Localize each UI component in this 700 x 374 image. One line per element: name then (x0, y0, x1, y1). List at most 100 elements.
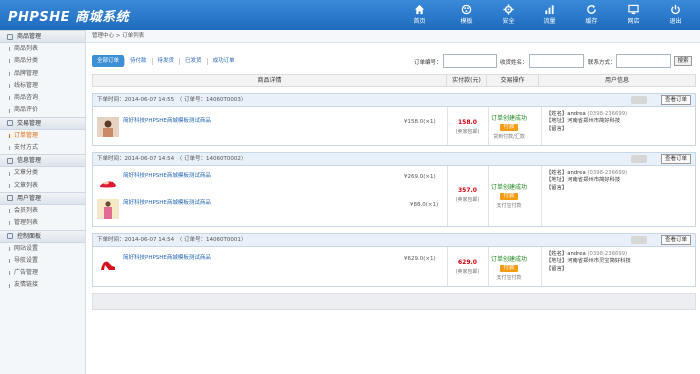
nav-home[interactable]: 首页 (400, 0, 439, 30)
order-item: 简好科技PHPSHE商城模板测试商品 (97, 172, 211, 192)
folder-icon (7, 233, 13, 240)
order-header: 下单时间：2014-06-07 14:55 〈 订单号：14060T0003〉 … (93, 94, 695, 107)
folder-icon (7, 157, 13, 164)
user-info: 【姓名】andrea (0398-236699) 【地址】河南省郑州市简好科技 … (546, 111, 628, 132)
sidebar-item[interactable]: 商品评价 (0, 104, 85, 116)
sidebar-section-users[interactable]: 用户管理 (0, 191, 85, 205)
nav-shop[interactable]: 网店 (614, 0, 653, 30)
product-thumbnail[interactable] (97, 199, 119, 219)
product-price: ¥158.0(×1) (404, 119, 436, 125)
sidebar-item[interactable]: 商品分类 (0, 55, 85, 67)
sidebar-item[interactable]: 文章分类 (0, 167, 85, 179)
sidebar-item[interactable]: 线标管理 (0, 80, 85, 92)
sidebar-item[interactable]: 文章列表 (0, 180, 85, 192)
sidebar-item[interactable]: 友情链接 (0, 279, 85, 291)
contact-input[interactable] (616, 54, 671, 68)
product-link[interactable]: 简好科技PHPSHE商城模板测试商品 (123, 172, 211, 180)
order-no-input[interactable] (443, 54, 497, 68)
sidebar-section-control[interactable]: 控制面板 (0, 229, 85, 243)
sidebar-section-trade[interactable]: 交易管理 (0, 116, 85, 130)
pay-method: 支付宝付款 (496, 203, 522, 209)
pay-button[interactable]: 付款 (500, 124, 518, 131)
receiver-input[interactable] (529, 54, 584, 68)
tab-unpaid[interactable]: 待付款 (125, 55, 152, 67)
product-thumbnail[interactable] (97, 254, 119, 274)
pay-method: 货到付款/汇款 (493, 134, 525, 140)
tab-to-ship[interactable]: 待发货 (153, 55, 180, 67)
chart-icon (545, 5, 554, 15)
product-thumbnail[interactable] (97, 172, 119, 192)
home-icon (414, 4, 425, 15)
nav-security-label: 安全 (502, 18, 515, 25)
order-status: 订单创建成功 (491, 256, 528, 263)
tab-shipped[interactable]: 已发货 (180, 55, 207, 67)
col-user: 用户信息 (604, 77, 629, 84)
sidebar-item[interactable]: 品牌管理 (0, 68, 85, 80)
product-link[interactable]: 简好科技PHPSHE商城模板测试商品 (123, 117, 211, 125)
view-order-button[interactable]: 查看订单 (660, 235, 691, 245)
product-price: ¥269.0(×1) (404, 174, 436, 180)
order-meta: 下单时间：2014-06-07 14:55 〈 订单号：14060T0003〉 (97, 97, 247, 103)
folder-icon (7, 33, 13, 40)
sidebar-item[interactable]: 支付方式 (0, 142, 85, 154)
sidebar-section-info[interactable]: 信息管理 (0, 154, 85, 168)
order-status: 订单创建成功 (491, 184, 528, 191)
nav-security[interactable]: 安全 (489, 0, 528, 30)
nav-logout-label: 退出 (669, 18, 682, 25)
order-meta: 下单时间：2014-06-07 14:54 〈 订单号：14060T0001〉 (97, 237, 247, 243)
product-link[interactable]: 简好科技PHPSHE商城模板测试商品 (123, 254, 211, 262)
user-info: 【姓名】andrea (0398-236699) 【地址】河南省郑州市灵宝简好科… (546, 251, 631, 272)
folder-icon (7, 120, 13, 127)
view-order-button[interactable]: 查看订单 (660, 95, 691, 105)
order-item: 简好科技PHPSHE商城模板测试商品 (97, 254, 211, 274)
sidebar-section-goods[interactable]: 商品管理 (0, 30, 85, 43)
product-price: ¥88.0(×1) (410, 202, 439, 208)
tab-all-orders[interactable]: 全部订单 (92, 55, 125, 67)
disabled-button (631, 155, 647, 163)
breadcrumb: 管理中心 > 订单列表 (86, 30, 700, 43)
nav-template[interactable]: 模板 (447, 0, 486, 30)
nav-shop-label: 网店 (627, 18, 640, 25)
sidebar-item[interactable]: 会员列表 (0, 205, 85, 217)
refresh-icon (587, 4, 596, 14)
pay-button[interactable]: 付款 (500, 193, 518, 200)
pay-button[interactable]: 付款 (500, 265, 518, 272)
folder-icon (7, 195, 13, 202)
order-card: 下单时间：2014-06-07 14:55 〈 订单号：14060T0003〉 … (92, 93, 696, 146)
nav-traffic[interactable]: 流量 (530, 0, 569, 30)
col-product: 商品详情 (93, 75, 447, 86)
nav-cache[interactable]: 缓存 (572, 0, 611, 30)
sidebar-item[interactable]: 导航设置 (0, 255, 85, 267)
order-actions: 订单创建成功 付款 支付宝付款 (491, 254, 527, 281)
nav-traffic-label: 流量 (543, 18, 556, 25)
tab-completed[interactable]: 成功订单 (208, 55, 240, 67)
nav-logout[interactable]: 退出 (656, 0, 695, 30)
search-button[interactable]: 搜索 (674, 56, 692, 66)
sidebar-item-orders[interactable]: 订单管理 (0, 130, 85, 142)
order-item: 简好科技PHPSHE商城模板测试商品 (97, 199, 211, 219)
order-item: 简好科技PHPSHE商城模板测试商品 (97, 117, 211, 137)
monitor-icon (628, 4, 639, 15)
disabled-button (631, 96, 647, 104)
sidebar-item[interactable]: 网站设置 (0, 243, 85, 255)
sidebar-item[interactable]: 商品咨询 (0, 92, 85, 104)
sidebar-item[interactable]: 商品列表 (0, 43, 85, 55)
order-amount: 158.0 (卖家包邮) (455, 119, 480, 135)
sidebar-item[interactable]: 管理列表 (0, 217, 85, 229)
col-amount: 实付款(元) (447, 75, 487, 86)
product-price: ¥629.0(×1) (404, 256, 436, 262)
order-status-tabs: 全部订单 待付款 待发货 已发货 成功订单 (92, 54, 240, 68)
product-thumbnail[interactable] (97, 117, 119, 137)
sidebar-item[interactable]: 广告管理 (0, 267, 85, 279)
power-icon (671, 4, 680, 15)
pay-method: 支付宝付款 (496, 275, 522, 281)
contact-label: 联系方式： (588, 60, 616, 66)
view-order-button[interactable]: 查看订单 (660, 154, 691, 164)
disabled-button (631, 236, 647, 244)
nav-cache-label: 缓存 (585, 18, 598, 25)
user-info: 【姓名】andrea (0398-236699) 【地址】河南省郑州市简好科技 … (546, 170, 628, 191)
top-bar: PHPSHE 商城系统 首页 模板 安全 流量 缓存 网店 退出 (0, 0, 700, 30)
product-link[interactable]: 简好科技PHPSHE商城模板测试商品 (123, 199, 211, 207)
order-amount: 629.0 (卖家包邮) (455, 259, 480, 275)
order-meta: 下单时间：2014-06-07 14:54 〈 订单号：14060T0002〉 (97, 156, 247, 162)
